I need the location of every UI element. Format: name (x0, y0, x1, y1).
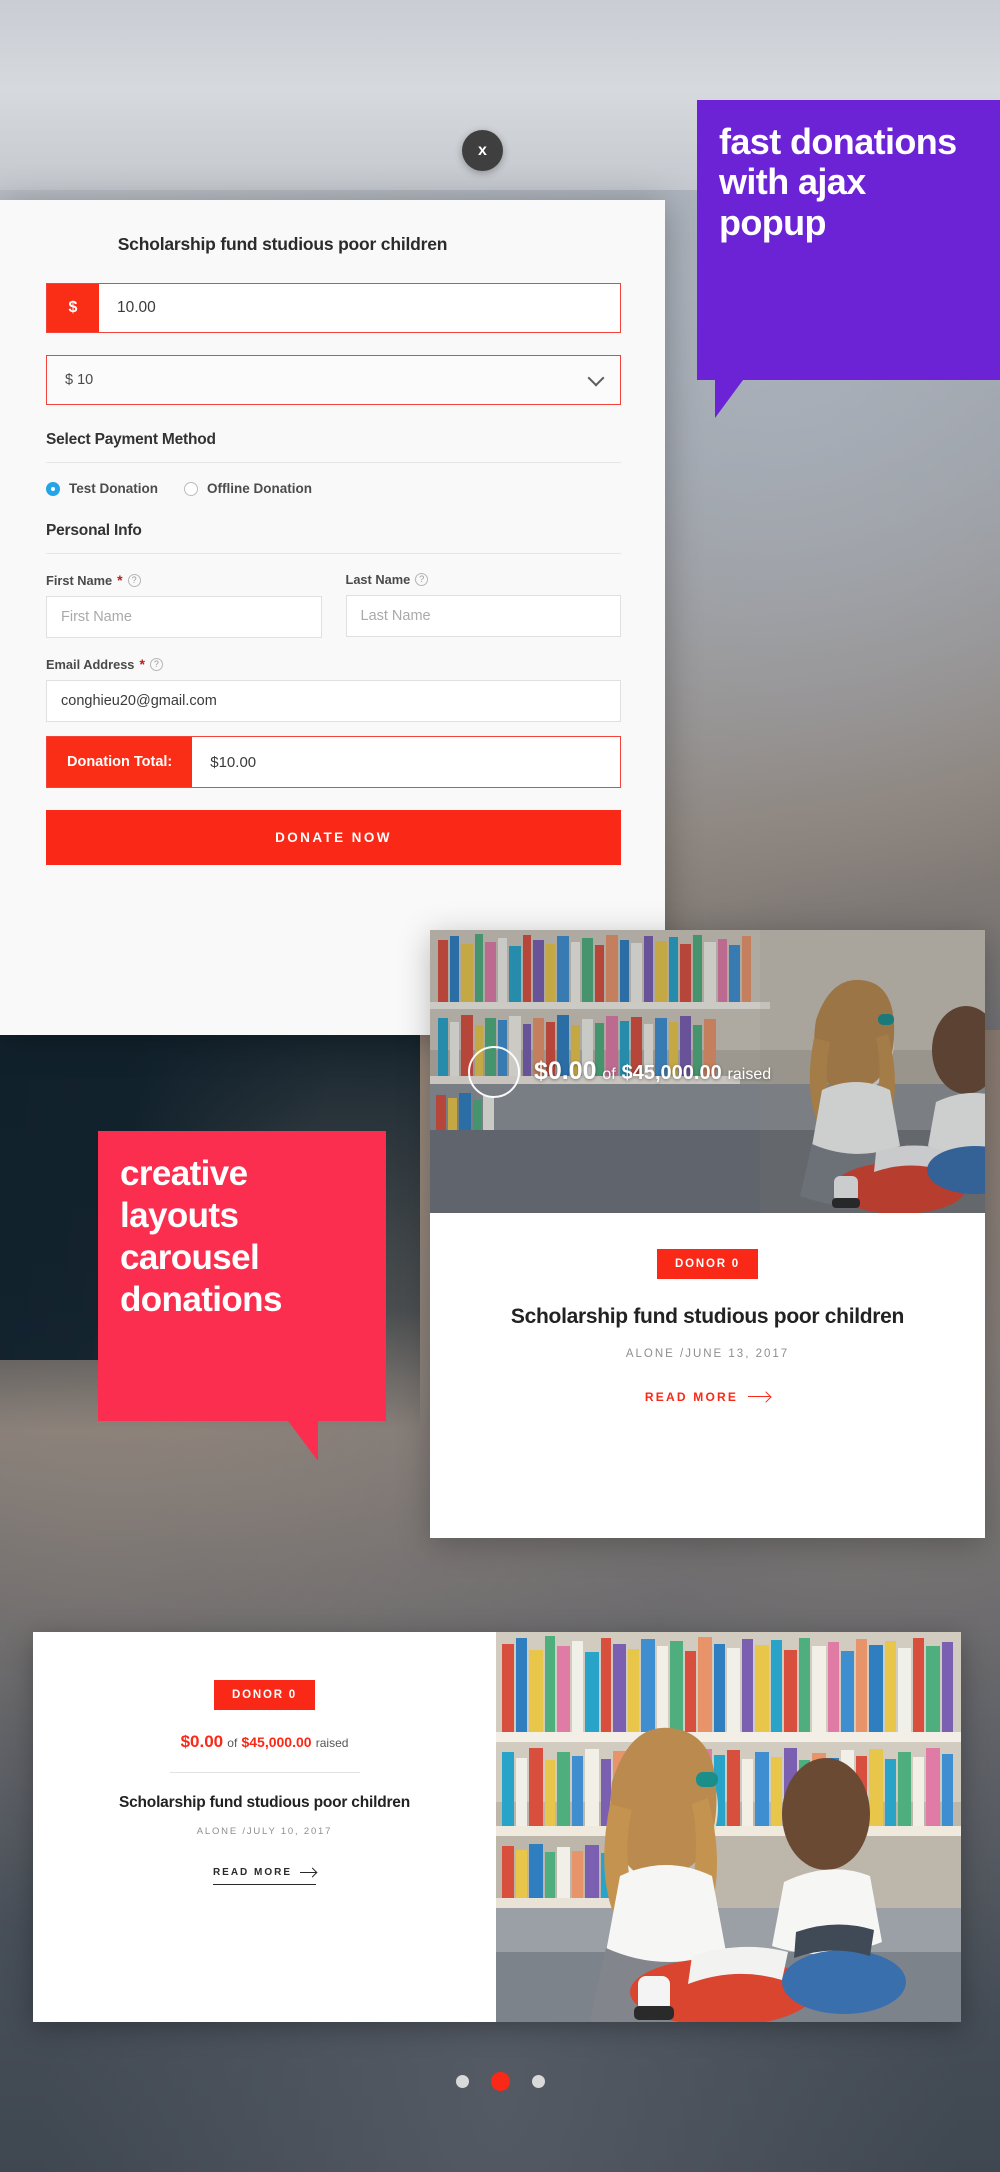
donation-total-row: Donation Total: $10.00 (46, 736, 621, 788)
first-name-label: First Name (46, 572, 113, 588)
carousel-card-image (496, 1632, 961, 2022)
personal-info-heading: Personal Info (46, 522, 621, 554)
donation-card-meta: ALONE /JUNE 13, 2017 (625, 1347, 790, 1360)
help-icon[interactable]: ? (127, 573, 141, 587)
donation-progress-text: $0.00 of $45,000.00 raised (534, 1057, 771, 1086)
divider (169, 1772, 360, 1773)
email-input[interactable] (46, 680, 621, 722)
donation-card-title: Scholarship fund studious poor children (510, 1305, 905, 1328)
email-label: Email Address (46, 656, 135, 672)
arrow-right-icon (748, 1395, 771, 1398)
carousel-pagination (0, 2072, 1000, 2091)
last-name-field: Last Name ? (345, 572, 622, 638)
carousel-card-content: DONOR 0 $0.00 of $45,000.00 raised Schol… (33, 1632, 496, 2022)
callout-creative-layouts: creative layouts carousel donations (98, 1131, 386, 1421)
radio-offline-donation[interactable] (184, 481, 198, 496)
first-name-input[interactable] (46, 596, 322, 638)
email-field: Email Address * ? (46, 656, 621, 722)
carousel-dot-1[interactable] (455, 2075, 469, 2088)
donation-total-value: $10.00 (210, 753, 257, 771)
library-photo (496, 1632, 961, 2022)
first-name-label-row: First Name * ? (46, 572, 322, 588)
carousel-dot-3[interactable] (531, 2075, 545, 2088)
read-more-label: READ MORE (644, 1389, 739, 1404)
donation-form: Scholarship fund studious poor children … (0, 200, 665, 865)
donation-progress: $0.00 of $45,000.00 raised (430, 930, 985, 1213)
payment-method-heading: Select Payment Method (46, 431, 621, 463)
close-icon[interactable]: x (462, 130, 503, 171)
donation-total-label: Donation Total: (47, 737, 193, 787)
arrow-right-icon (300, 1871, 317, 1874)
carousel-raised-amount: $0.00 (180, 1732, 224, 1751)
carousel-raised-word: raised (315, 1736, 349, 1750)
carousel-card-title: Scholarship fund studious poor children (118, 1794, 410, 1811)
carousel-read-more-link[interactable]: READ MORE (212, 1866, 317, 1885)
progress-ring-icon (468, 1045, 520, 1098)
first-name-field: First Name * ? (46, 572, 322, 638)
carousel-donation-card[interactable]: DONOR 0 $0.00 of $45,000.00 raised Schol… (33, 1632, 961, 2022)
raised-word: raised (727, 1066, 772, 1083)
carousel-progress-text: $0.00 of $45,000.00 raised (181, 1732, 349, 1752)
payment-gateway-group: Test Donation Offline Donation (46, 481, 619, 496)
gateway-label-offline: Offline Donation (207, 481, 312, 496)
help-icon[interactable]: ? (149, 657, 163, 671)
goal-amount: $45,000.00 (621, 1062, 722, 1084)
last-name-label: Last Name (345, 572, 411, 587)
required-asterisk: * (117, 572, 123, 588)
help-icon[interactable]: ? (415, 573, 429, 586)
last-name-input[interactable] (345, 595, 621, 637)
carousel-donor-count-badge: DONOR 0 (214, 1680, 315, 1710)
donor-count-badge: DONOR 0 (657, 1249, 758, 1279)
page-root: fast donations with ajax popup Scholarsh… (0, 0, 1000, 2172)
callout-creative-layouts-tail (288, 1421, 318, 1461)
last-name-label-row: Last Name ? (346, 572, 622, 587)
carousel-card-meta: ALONE /JULY 10, 2017 (196, 1825, 333, 1837)
callout-ajax-popup: fast donations with ajax popup (697, 100, 1000, 380)
currency-symbol: $ (47, 284, 99, 332)
raised-amount: $0.00 (534, 1057, 597, 1085)
donation-card-body: DONOR 0 Scholarship fund studious poor c… (430, 1213, 985, 1406)
email-label-row: Email Address * ? (46, 656, 621, 672)
carousel-of-word: of (227, 1736, 238, 1750)
donation-card-image: $0.00 of $45,000.00 raised (430, 930, 985, 1213)
of-word: of (602, 1066, 616, 1083)
radio-test-donation[interactable] (46, 481, 60, 496)
gateway-option-offline[interactable]: Offline Donation (184, 481, 312, 496)
callout-ajax-popup-text: fast donations with ajax popup (719, 121, 957, 243)
gateway-label-test: Test Donation (69, 481, 158, 496)
callout-ajax-popup-tail (715, 380, 743, 418)
chevron-down-icon (587, 369, 605, 387)
carousel-goal-amount: $45,000.00 (241, 1734, 312, 1750)
donation-amount-input[interactable] (99, 284, 620, 332)
donation-form-modal: Scholarship fund studious poor children … (0, 200, 665, 1035)
name-fields-row: First Name * ? Last Name ? (46, 572, 621, 638)
required-asterisk: * (139, 656, 145, 672)
form-title: Scholarship fund studious poor children (117, 234, 448, 254)
carousel-dot-2[interactable] (490, 2072, 510, 2091)
callout-creative-layouts-text: creative layouts carousel donations (120, 1154, 282, 1319)
donation-level-select[interactable]: $ 10 (46, 355, 621, 405)
carousel-read-more-label: READ MORE (212, 1866, 293, 1878)
gateway-option-test[interactable]: Test Donation (46, 481, 158, 496)
donation-amount-row: $ (46, 283, 621, 333)
donation-card[interactable]: $0.00 of $45,000.00 raised DONOR 0 Schol… (430, 930, 985, 1538)
read-more-link[interactable]: READ MORE (644, 1389, 771, 1404)
donation-level-value: $ 10 (65, 372, 94, 388)
donate-now-button[interactable]: DONATE NOW (46, 810, 621, 865)
